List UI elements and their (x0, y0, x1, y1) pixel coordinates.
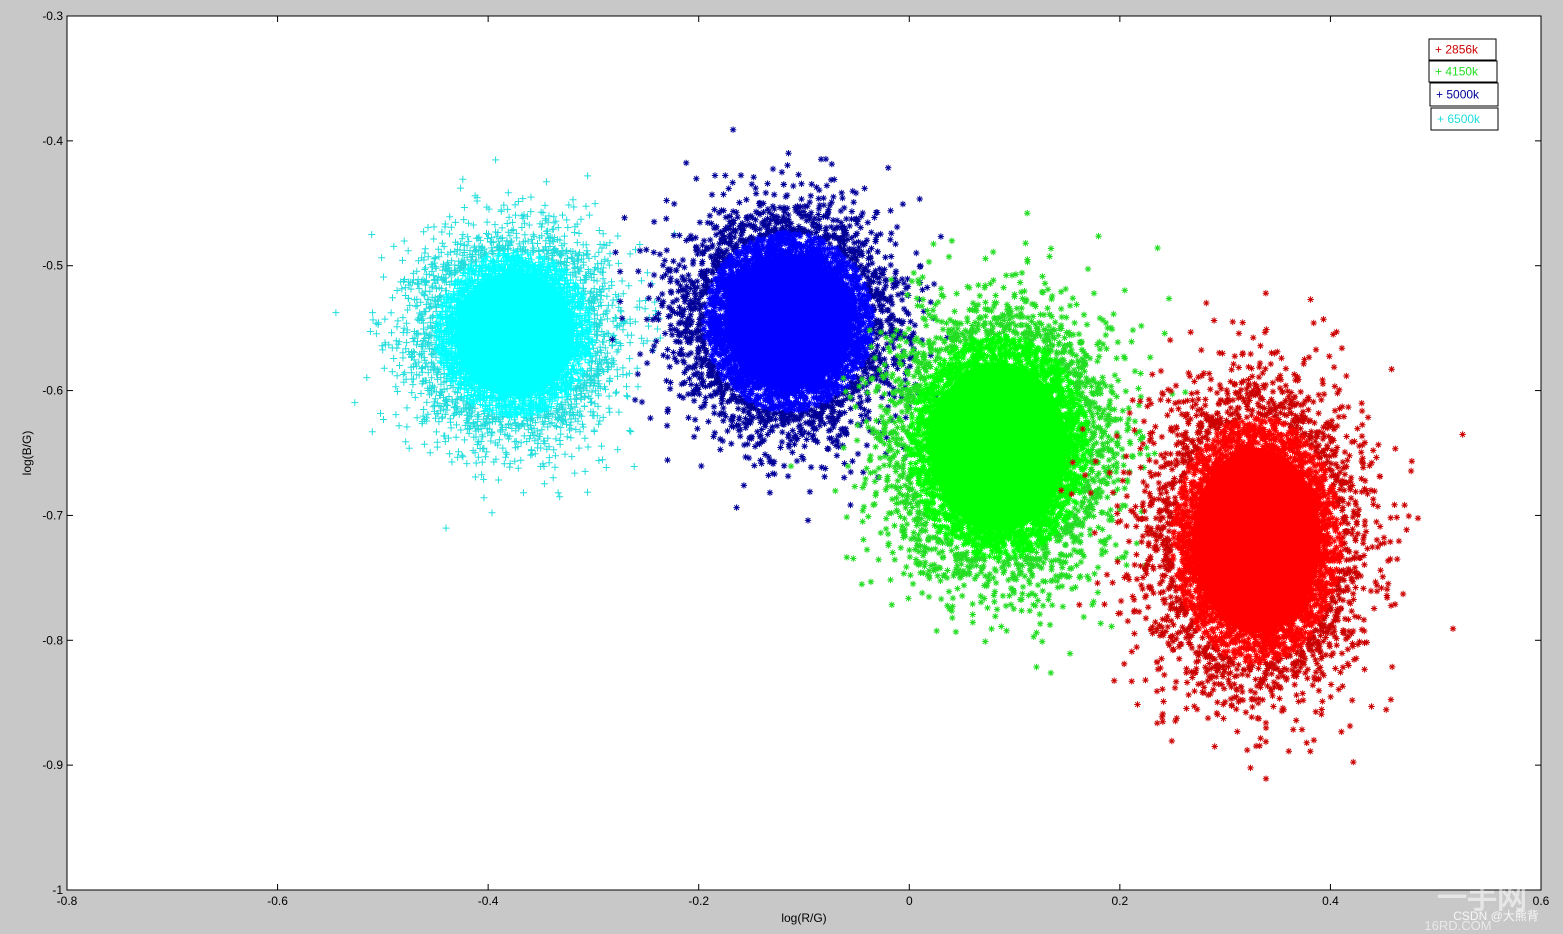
x-tick-label: 0.2 (1112, 894, 1129, 908)
y-tick-label: -1 (52, 883, 63, 897)
legend-label: + 4150k (1435, 65, 1479, 79)
y-tick-label: -0.9 (42, 758, 63, 772)
y-tick-label: -0.5 (42, 259, 63, 273)
y-tick-label: -0.8 (42, 633, 63, 647)
legend: + 2856k + 4150k + 5000k + 6500k (1428, 38, 1499, 131)
legend-label: + 5000k (1436, 88, 1480, 102)
legend-item-6500k: + 6500k (1430, 107, 1499, 131)
legend-item-2856k: + 2856k (1428, 38, 1497, 61)
legend-label: + 6500k (1437, 112, 1481, 126)
series-4150k-core (930, 362, 1067, 532)
x-tick-label: -0.6 (267, 894, 288, 908)
legend-item-5000k: + 5000k (1429, 82, 1499, 107)
x-tick-label: -0.4 (478, 894, 499, 908)
series-5000k-core (724, 254, 853, 390)
y-tick-label: -0.4 (42, 134, 63, 148)
y-axis-label: log(B/G) (20, 431, 34, 476)
y-tick-label: -0.7 (42, 508, 63, 522)
x-axis-label: log(R/G) (781, 911, 826, 925)
watermark: 一手网 16RD.COM CSDN @大熊背 (1424, 882, 1538, 933)
figure-window: -0.8 -0.6 -0.4 -0.2 0 0.2 0.4 0.6 -0.3 -0.4 -0.5 -0… (0, 0, 1563, 934)
legend-label: + 2856k (1435, 43, 1479, 57)
y-tick-label: -0.6 (42, 384, 63, 398)
x-tick-label: -0.2 (688, 894, 709, 908)
watermark-text: CSDN @大熊背 (1453, 908, 1539, 923)
legend-item-4150k: + 4150k (1428, 60, 1498, 83)
series-6500k-core (454, 271, 575, 397)
series-2856k-core (1192, 447, 1321, 634)
x-tick-label: 0.6 (1533, 894, 1550, 908)
y-tick-label: -0.3 (42, 9, 63, 23)
x-tick-label: 0.4 (1322, 894, 1339, 908)
scatter-plot: -0.8 -0.6 -0.4 -0.2 0 0.2 0.4 0.6 -0.3 -0.4 -0.5 -0… (20, 9, 1550, 933)
x-tick-label: 0 (906, 894, 913, 908)
